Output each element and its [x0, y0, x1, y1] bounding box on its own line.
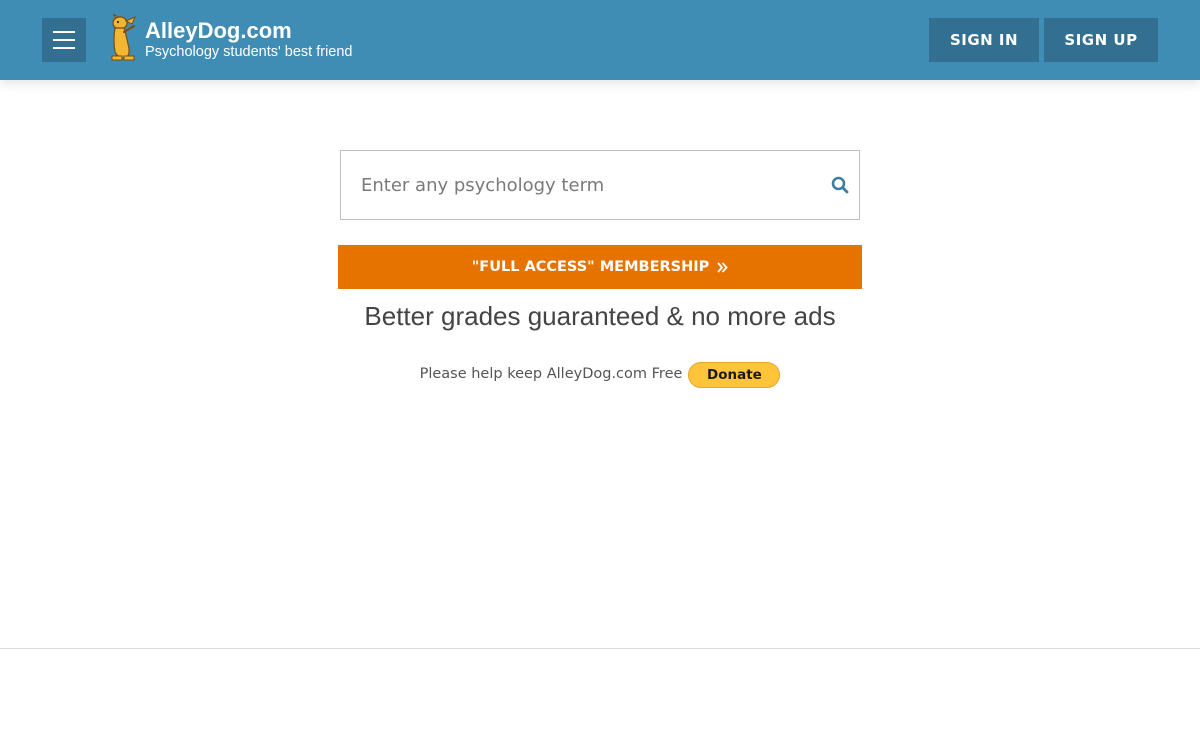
hamburger-menu-icon-bar	[53, 39, 75, 41]
double-chevron-right-icon	[717, 261, 728, 273]
donate-row: Please help keep AlleyDog.com Free Donat…	[0, 360, 1200, 388]
donate-button[interactable]: Donate	[688, 362, 781, 388]
search-icon[interactable]	[831, 176, 849, 194]
membership-label: "FULL ACCESS" MEMBERSHIP	[471, 259, 710, 275]
search-box	[340, 150, 860, 220]
hamburger-menu-icon-bar	[53, 47, 75, 49]
promo-text: Better grades guaranteed & no more ads	[364, 301, 836, 331]
site-header: AlleyDog.com Psychology students' best f…	[0, 0, 1200, 80]
sign-up-button[interactable]: SIGN UP	[1044, 18, 1158, 62]
footer-divider	[0, 648, 1200, 649]
dog-logo-icon	[111, 14, 136, 61]
menu-button[interactable]	[42, 18, 86, 62]
site-name: AlleyDog.com	[145, 18, 292, 43]
hamburger-menu-icon	[53, 31, 75, 33]
search-input[interactable]	[341, 151, 811, 219]
donate-text: Please help keep AlleyDog.com Free	[419, 366, 683, 382]
sign-in-button[interactable]: SIGN IN	[929, 18, 1039, 62]
full-access-membership-button[interactable]: "FULL ACCESS" MEMBERSHIP	[338, 245, 862, 289]
site-tagline: Psychology students' best friend	[145, 44, 353, 60]
